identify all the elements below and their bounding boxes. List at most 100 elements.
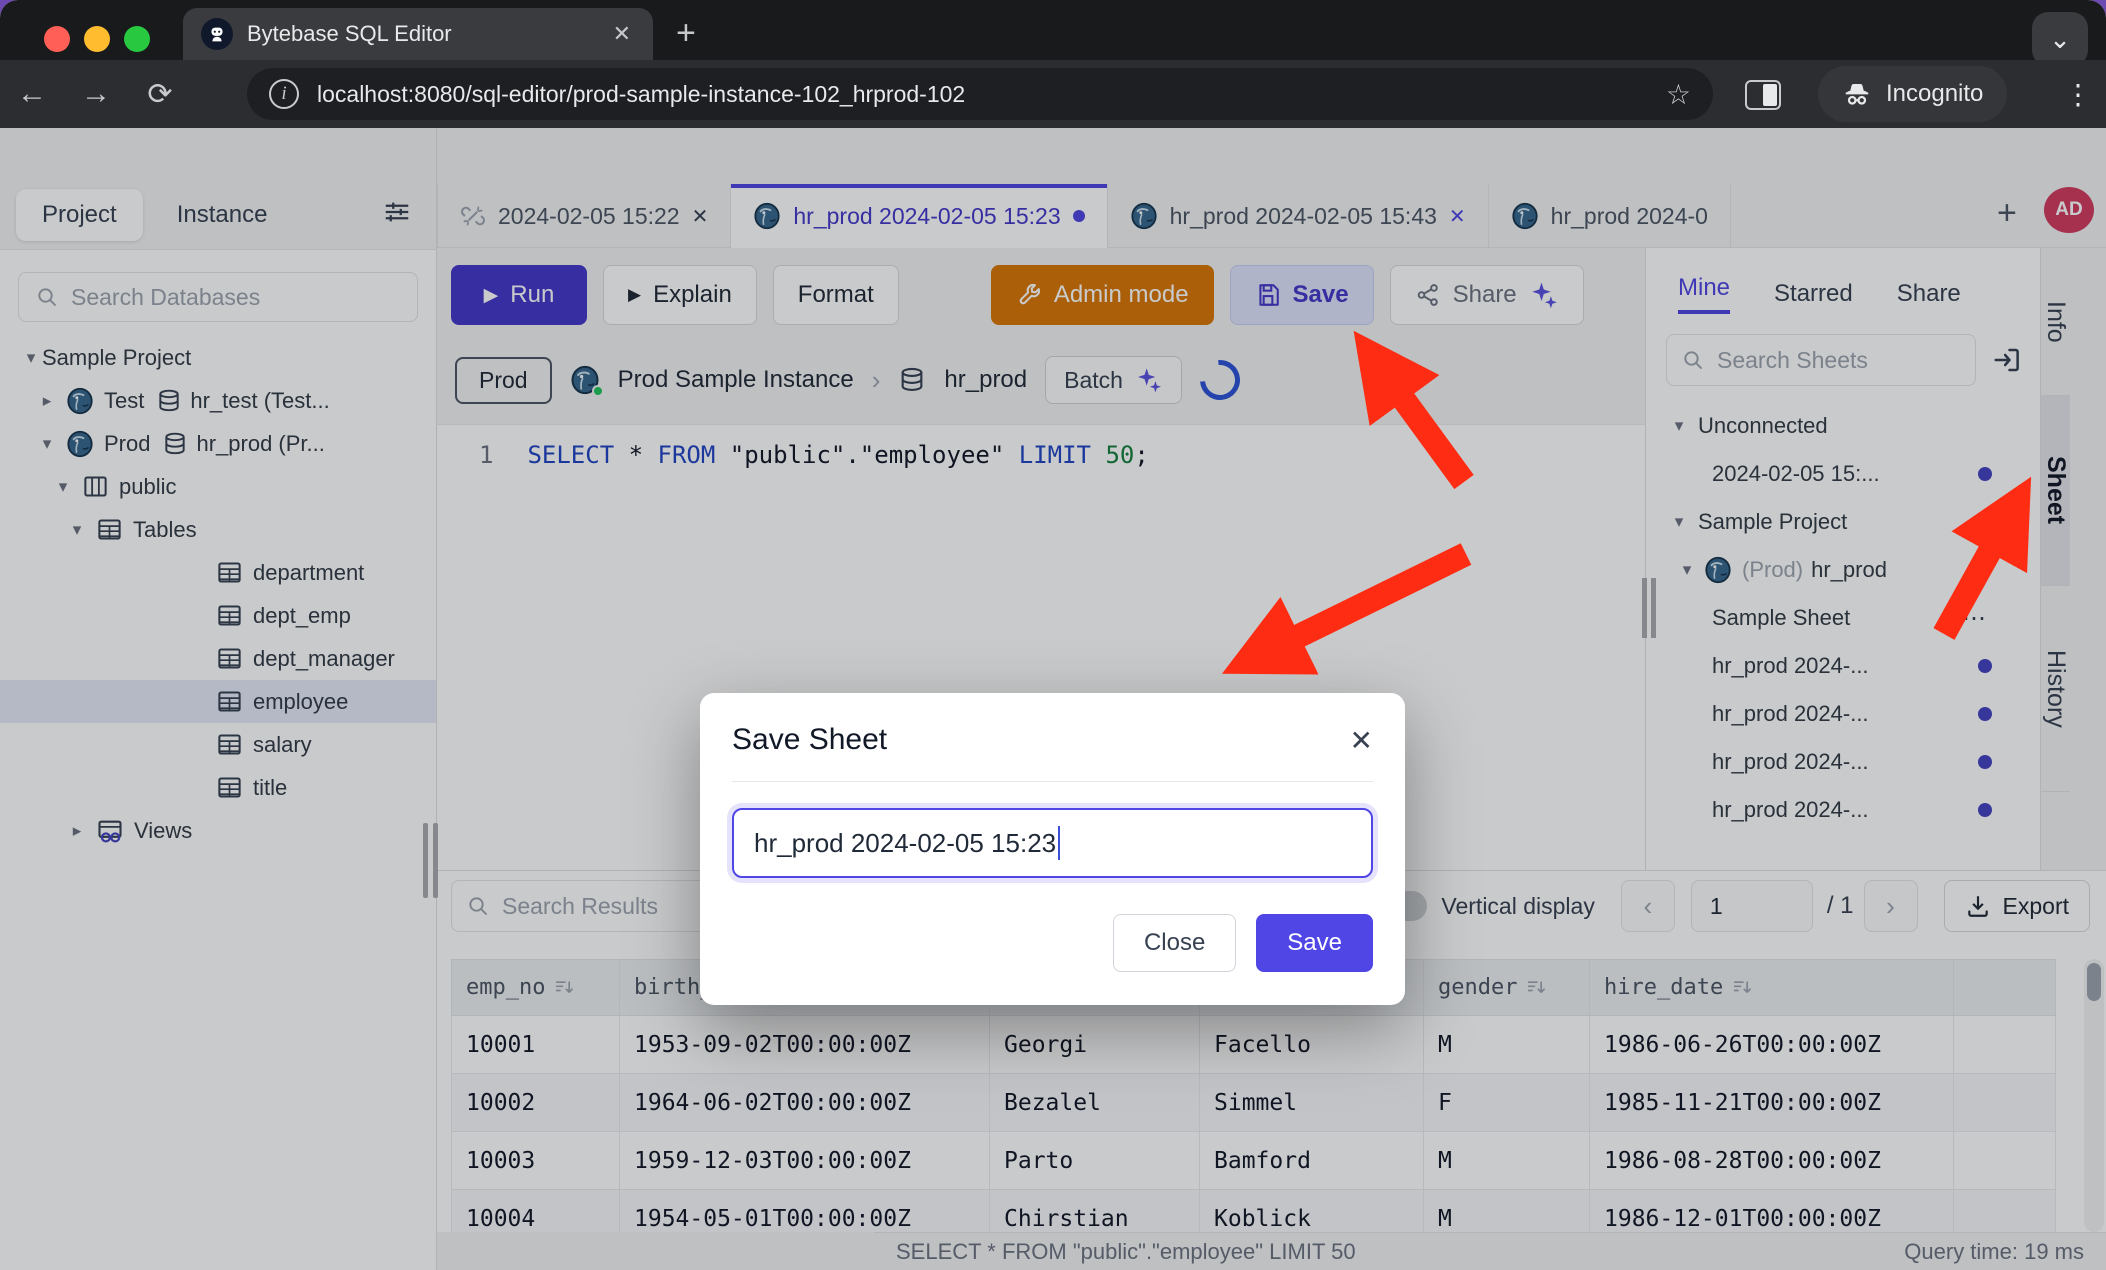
rail-tab-history[interactable]: History: [2041, 586, 2070, 792]
dialog-close-button[interactable]: Close: [1113, 914, 1236, 972]
sheet-item-unconnected[interactable]: ▾Unconnected: [1646, 402, 2040, 450]
sheet-item-hr-prod-2024-[interactable]: hr_prod 2024-...: [1646, 786, 2040, 834]
caret-down-icon[interactable]: ▾: [1676, 560, 1698, 580]
column-header-gender[interactable]: gender: [1424, 960, 1590, 1016]
table-row[interactable]: 100031959-12-03T00:00:00ZPartoBamfordM19…: [452, 1132, 2056, 1190]
tree-item-title[interactable]: title: [0, 766, 436, 809]
sidebar-tab-instance[interactable]: Instance: [151, 189, 294, 241]
tree-item-employee[interactable]: employee: [0, 680, 436, 723]
reload-icon[interactable]: ⟳: [128, 77, 192, 112]
editor-tab[interactable]: hr_prod 2024-02-05 15:23: [731, 184, 1107, 248]
sheet-name-input[interactable]: hr_prod 2024-02-05 15:23: [732, 808, 1373, 878]
browser-menu-icon[interactable]: ⋮: [2064, 78, 2092, 111]
sheet-panel-resize-handle[interactable]: [1642, 578, 1656, 638]
new-sheet-tab-button[interactable]: +: [1997, 194, 2017, 233]
save-sheet-button[interactable]: Save: [1230, 265, 1374, 325]
sheet-item-sample-project[interactable]: ▾Sample Project: [1646, 498, 2040, 546]
sheet-tab-share[interactable]: Share: [1897, 280, 1961, 308]
bookmark-star-icon[interactable]: ☆: [1666, 78, 1691, 111]
tree-item-dept-manager[interactable]: dept_manager: [0, 637, 436, 680]
prev-page-button[interactable]: ‹: [1621, 880, 1675, 932]
browser-tab[interactable]: Bytebase SQL Editor ✕: [183, 8, 653, 60]
macos-zoom-button[interactable]: [124, 26, 150, 52]
rail-tab-info[interactable]: Info: [2041, 248, 2070, 396]
caret-down-icon[interactable]: ▾: [36, 434, 58, 454]
sheet-item-hr-prod-2024-[interactable]: hr_prod 2024-...: [1646, 738, 2040, 786]
editor-tab[interactable]: hr_prod 2024-0: [1489, 184, 1731, 248]
side-panel-icon[interactable]: [1745, 80, 1781, 110]
search-databases-input[interactable]: Search Databases: [18, 272, 418, 322]
table-row[interactable]: 100021964-06-02T00:00:00ZBezalelSimmelF1…: [452, 1074, 2056, 1132]
export-button[interactable]: Export: [1944, 880, 2090, 932]
bytebase-app: ProjectInstance Search Databases ▾Sample…: [0, 128, 2106, 1270]
sidebar-tab-project[interactable]: Project: [16, 189, 143, 241]
format-button[interactable]: Format: [773, 265, 899, 325]
incognito-label: Incognito: [1886, 80, 1983, 108]
tree-item-test[interactable]: ▸Testhr_test (Test...: [0, 379, 436, 422]
sheet-item-hr-prod[interactable]: ▾(Prod)hr_prod: [1646, 546, 2040, 594]
run-button[interactable]: ▶ Run: [451, 265, 587, 325]
breadcrumb-instance[interactable]: Prod Sample Instance: [618, 366, 854, 394]
caret-right-icon[interactable]: ▸: [66, 821, 88, 841]
environment-chip[interactable]: Prod: [455, 357, 552, 404]
tree-item-views[interactable]: ▸Views: [0, 809, 436, 852]
caret-down-icon[interactable]: ▾: [66, 520, 88, 540]
tree-item-prod[interactable]: ▾Prodhr_prod (Pr...: [0, 422, 436, 465]
caret-down-icon[interactable]: ▾: [1668, 416, 1690, 436]
batch-mode-button[interactable]: Batch: [1045, 356, 1182, 404]
tree-item-sample-project[interactable]: ▾Sample Project: [0, 336, 436, 379]
page-number-input[interactable]: 1: [1691, 880, 1813, 932]
caret-right-icon[interactable]: ▸: [36, 391, 58, 411]
editor-tab[interactable]: hr_prod 2024-02-05 15:43✕: [1108, 184, 1489, 248]
tree-item-department[interactable]: department: [0, 551, 436, 594]
sheet-item-sample-sheet[interactable]: Sample Sheet⋯: [1646, 594, 2040, 642]
caret-down-icon[interactable]: ▾: [1668, 512, 1690, 532]
editor-tab[interactable]: 2024-02-05 15:22✕: [437, 184, 731, 248]
sheet-item-2024-02-05-15-[interactable]: 2024-02-05 15:...: [1646, 450, 2040, 498]
table-icon: [216, 559, 243, 586]
table-row[interactable]: 100041954-05-01T00:00:00ZChirstianKoblic…: [452, 1190, 2056, 1233]
forward-icon[interactable]: →: [64, 77, 128, 111]
next-page-button[interactable]: ›: [1864, 880, 1918, 932]
caret-down-icon[interactable]: ▾: [52, 477, 74, 497]
breadcrumb-database[interactable]: hr_prod: [944, 366, 1027, 394]
table-cell: [1954, 1074, 2056, 1132]
tree-item-salary[interactable]: salary: [0, 723, 436, 766]
filter-settings-icon[interactable]: [382, 197, 412, 227]
tab-close-icon[interactable]: ✕: [692, 204, 709, 229]
back-icon[interactable]: ←: [0, 77, 64, 111]
sql-token: *: [614, 441, 657, 469]
share-button[interactable]: Share: [1390, 265, 1584, 325]
tab-close-icon[interactable]: ✕: [1449, 204, 1466, 229]
sheet-item-hr-prod-2024-[interactable]: hr_prod 2024-...: [1646, 690, 2040, 738]
more-actions-icon[interactable]: ⋯: [1962, 604, 1988, 633]
new-tab-button[interactable]: +: [676, 14, 696, 52]
caret-down-icon[interactable]: ▾: [20, 348, 42, 368]
url-bar[interactable]: i localhost:8080/sql-editor/prod-sample-…: [247, 68, 1713, 120]
site-info-icon[interactable]: i: [269, 79, 299, 109]
sheet-tab-starred[interactable]: Starred: [1774, 280, 1853, 308]
macos-minimize-button[interactable]: [84, 26, 110, 52]
admin-mode-button[interactable]: Admin mode: [991, 265, 1214, 325]
sheet-tab-mine[interactable]: Mine: [1678, 274, 1730, 314]
results-scrollbar[interactable]: [2084, 959, 2104, 1232]
sheet-item-hr-prod-2024-[interactable]: hr_prod 2024-...: [1646, 642, 2040, 690]
table-row[interactable]: 100011953-09-02T00:00:00ZGeorgiFacelloM1…: [452, 1016, 2056, 1074]
user-avatar[interactable]: AD: [2044, 187, 2094, 233]
tab-close-icon[interactable]: ✕: [609, 21, 635, 47]
dialog-save-button[interactable]: Save: [1256, 914, 1373, 972]
search-sheets-input[interactable]: Search Sheets: [1666, 334, 1976, 386]
rail-tab-sheet[interactable]: Sheet: [2041, 396, 2070, 586]
sidebar-resize-handle[interactable]: [423, 823, 438, 898]
column-header-hire_date[interactable]: hire_date: [1590, 960, 1954, 1016]
tab-search-chevron-icon[interactable]: ⌄: [2032, 12, 2088, 66]
tree-item-dept-emp[interactable]: dept_emp: [0, 594, 436, 637]
connect-sheet-icon[interactable]: [1992, 345, 2022, 375]
tree-item-public[interactable]: ▾public: [0, 465, 436, 508]
views-icon: [96, 817, 124, 845]
macos-close-button[interactable]: [44, 26, 70, 52]
tree-item-tables[interactable]: ▾Tables: [0, 508, 436, 551]
column-header-emp_no[interactable]: emp_no: [452, 960, 620, 1016]
explain-button[interactable]: ▶ Explain: [603, 265, 757, 325]
dialog-close-icon[interactable]: ✕: [1350, 724, 1373, 757]
